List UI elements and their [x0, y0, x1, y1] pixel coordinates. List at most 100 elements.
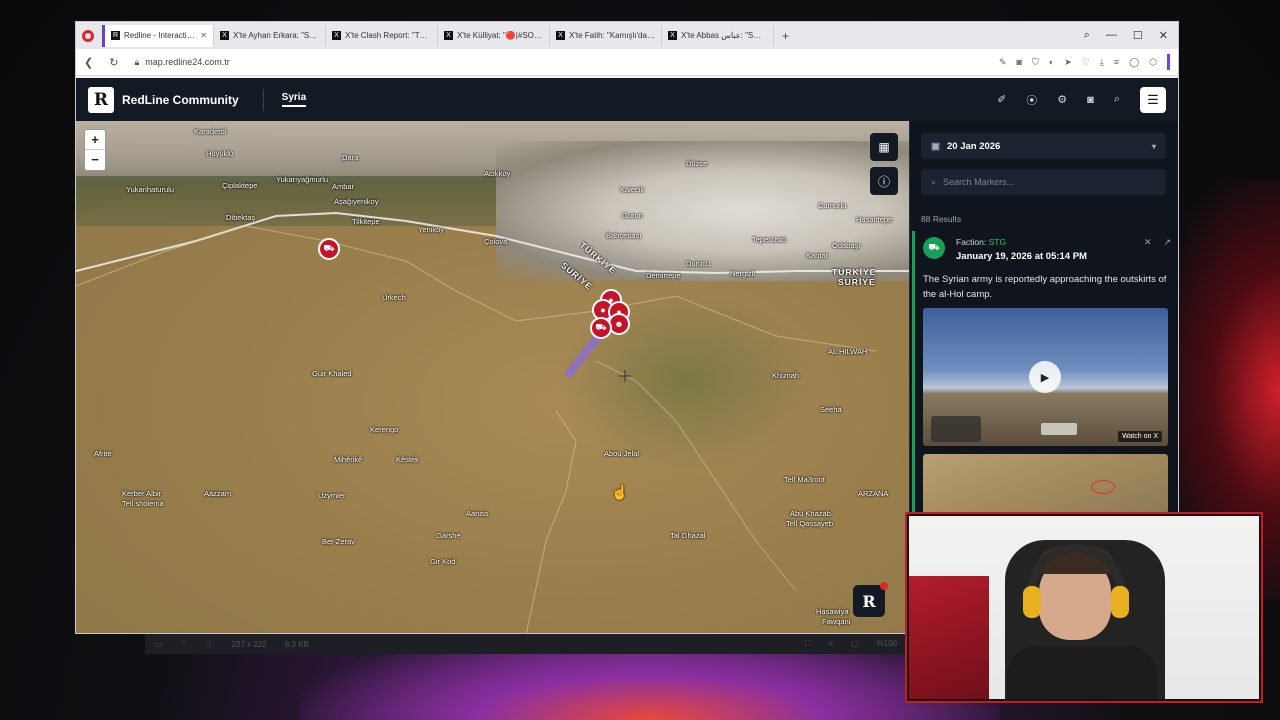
hamburger-menu-icon[interactable]: ☰	[1140, 86, 1166, 113]
search-icon[interactable]: ⌕	[1114, 93, 1120, 106]
maximize-icon[interactable]: ☐	[1133, 29, 1143, 42]
info-icon[interactable]: ⓘ	[206, 639, 214, 650]
search-placeholder: Search Markers...	[943, 177, 1015, 187]
watch-on-x-link[interactable]: Watch on X	[1118, 431, 1162, 442]
map-label: Ber Zerav	[322, 537, 355, 546]
close-window-icon[interactable]: ✕	[1159, 29, 1168, 42]
country-label: SURİYE	[838, 277, 876, 287]
map-label: Bahçebaşı	[606, 231, 642, 240]
close-icon[interactable]: ✕	[1144, 237, 1152, 248]
draw-icon[interactable]: ✐	[997, 93, 1006, 106]
fit-icon[interactable]: ⛶	[805, 639, 811, 649]
faction-prefix: Faction:	[956, 237, 989, 247]
pin-icon[interactable]: ⦿	[1026, 92, 1037, 108]
map-label: Durucu	[686, 259, 711, 268]
map-label: Gir Kod	[430, 557, 456, 566]
map-label: Tilkitepe	[352, 217, 380, 226]
settings-icon[interactable]: ⚙	[1057, 93, 1067, 106]
search-tabs-icon[interactable]: ⌕	[1084, 29, 1090, 42]
tab-redline[interactable]: R Redline - Interactive Strat ✕	[102, 24, 214, 47]
map-label: Seeha	[820, 405, 842, 414]
map-label: Garshe	[436, 531, 461, 540]
tab-x-fatih[interactable]: X X'te Fatih: "Kamışlı'da top	[550, 24, 662, 47]
map-view[interactable]: Karaderdi Hüyüklü Dara Düzce Yukarıyağmu…	[76, 121, 909, 633]
fullscreen-icon[interactable]: ▢	[851, 639, 859, 649]
truck-faction-icon: ⛟	[923, 237, 945, 259]
tab-x-clash[interactable]: X X'te Clash Report: "The Sy	[326, 24, 438, 47]
results-count: 88 Results	[921, 214, 962, 224]
app-header: R RedLine Community Syria ✐ ⦿ ⚙ ◙ ⌕ ☰	[76, 78, 1178, 121]
lock-icon[interactable]: 🔒︎	[134, 57, 139, 68]
x-favicon-icon: X	[220, 31, 229, 40]
truck-marker-icon[interactable]: ⛟	[318, 238, 340, 260]
map-label: Urkech	[382, 293, 406, 302]
url-field[interactable]: map.redline24.com.tr	[145, 57, 230, 67]
close-tab-icon[interactable]: ✕	[200, 31, 207, 40]
zoom-out-button[interactable]: −	[85, 150, 105, 170]
person-shirt	[1007, 646, 1157, 699]
map-label: Yenikoy	[418, 225, 444, 234]
info-icon[interactable]: ⓘ	[870, 167, 898, 195]
video-thumbnail[interactable]: ▶ Watch on X	[923, 308, 1168, 446]
redline-logo[interactable]: R	[88, 86, 114, 113]
redline-map-badge[interactable]: R	[853, 582, 888, 617]
viewer-icon[interactable]: ▭	[155, 640, 163, 649]
region-tab-syria[interactable]: Syria	[281, 92, 307, 107]
tab-label: X'te Abbas عباس: "SDF's w	[681, 31, 767, 40]
tab-x-ayhan[interactable]: X X'te Ayhan Erkara: "Suriye	[214, 24, 326, 47]
extensions-icon[interactable]: ⬡	[1149, 57, 1157, 68]
map-label: Cumurlu	[818, 201, 847, 210]
selected-date: 20 Jan 2026	[946, 140, 1001, 152]
badge-letter: R	[862, 591, 876, 611]
tab-x-abbas[interactable]: X X'te Abbas عباس: "SDF's w	[662, 24, 774, 47]
vpn-icon[interactable]: ◐	[1049, 57, 1054, 67]
camera-icon[interactable]: ◙	[1017, 57, 1022, 67]
wall-poster	[909, 576, 989, 699]
back-icon[interactable]: ❮	[84, 56, 93, 69]
date-selector[interactable]: ▣ 20 Jan 2026 ▾	[921, 133, 1166, 159]
highlight-circle	[1091, 480, 1115, 494]
reload-icon[interactable]: ↻	[109, 56, 118, 69]
menu-lines-icon[interactable]: ≡	[1114, 57, 1119, 67]
road-line	[595, 360, 797, 592]
map-label: Yukarıyağmurlu	[276, 175, 329, 184]
download-icon[interactable]: ⤓	[1100, 57, 1104, 68]
layers-map-icon[interactable]: ▦	[870, 133, 898, 161]
window-controls: ⌕ — ☐ ✕	[1084, 29, 1178, 42]
camera-icon[interactable]: ◙	[1087, 94, 1094, 106]
country-label: TÜRKİYE	[832, 267, 877, 277]
crop-icon[interactable]: ⌗	[828, 639, 833, 649]
tab-x-kulliyat[interactable]: X X'te Külliyat: "🔴|#SONDA	[438, 24, 550, 47]
tab-label: X'te Fatih: "Kamışlı'da top	[569, 31, 655, 40]
new-tab-button[interactable]: +	[782, 29, 789, 43]
map-label: Çolova	[484, 237, 508, 246]
profile-icon[interactable]: ◯	[1129, 57, 1139, 68]
map-label: Yukanhaturulu	[126, 185, 174, 194]
mouse-cursor-icon: ☝	[611, 484, 629, 500]
search-markers-input[interactable]: ⌕ Search Markers...	[921, 169, 1166, 195]
map-label: Nergizli	[730, 269, 756, 278]
heart-icon[interactable]: ♡	[181, 640, 188, 649]
map-label: Kantar	[806, 251, 829, 260]
shield-icon[interactable]: ⛉	[1032, 57, 1039, 68]
truck-marker-icon[interactable]: ⛟	[590, 317, 612, 339]
zoom-level[interactable]: %100	[877, 639, 897, 649]
road-line	[76, 225, 877, 352]
map-label: AL HILWAH	[828, 347, 868, 356]
faction-line: Faction: STG	[956, 237, 1087, 247]
send-icon[interactable]: ➤	[1064, 57, 1072, 68]
faction-name: STG	[988, 237, 1007, 247]
play-icon[interactable]: ▶	[1029, 361, 1061, 393]
map-label: Kêstek	[396, 455, 419, 464]
map-label: Khiznah	[772, 371, 800, 380]
zoom-in-button[interactable]: +	[85, 130, 105, 150]
opera-logo-icon[interactable]	[82, 29, 94, 42]
external-link-icon[interactable]: ↗	[1163, 237, 1171, 248]
webcam-overlay	[905, 512, 1263, 703]
edit-icon[interactable]: ✎	[999, 57, 1007, 68]
image-dimensions: 227 x 222	[231, 639, 267, 649]
brand-title[interactable]: RedLine Community	[122, 93, 239, 107]
heart-icon[interactable]: ♡	[1082, 57, 1090, 68]
map-image-thumbnail[interactable]	[923, 454, 1168, 514]
minimize-icon[interactable]: —	[1106, 29, 1117, 42]
